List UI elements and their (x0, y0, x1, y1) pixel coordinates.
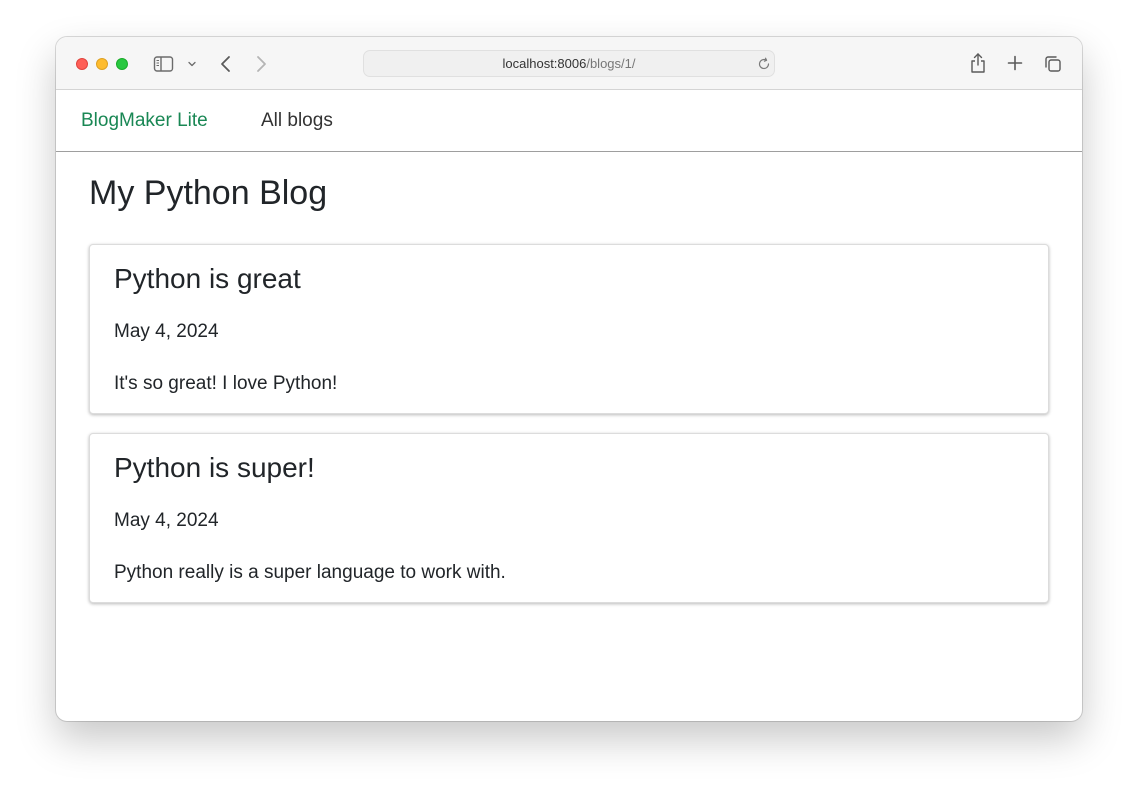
back-arrow-icon[interactable] (219, 54, 233, 74)
url-text: localhost:8006/blogs/1/ (364, 56, 774, 71)
forward-arrow-icon[interactable] (254, 54, 268, 74)
minimize-window-button[interactable] (96, 58, 108, 70)
post-date: May 4, 2024 (114, 321, 219, 343)
brand-link[interactable]: BlogMaker Lite (81, 110, 208, 132)
tab-overview-icon[interactable] (1043, 54, 1063, 74)
post-title: Python is super! (114, 452, 315, 484)
post-card: Python is great May 4, 2024 It's so grea… (89, 244, 1049, 414)
url-host: localhost:8006 (503, 56, 587, 71)
post-body: Python really is a super language to wor… (114, 562, 506, 584)
address-bar[interactable]: localhost:8006/blogs/1/ (363, 50, 775, 77)
url-path: /blogs/1/ (586, 56, 635, 71)
chevron-down-icon[interactable] (187, 59, 197, 69)
sidebar-icon[interactable] (153, 55, 175, 73)
post-card: Python is super! May 4, 2024 Python real… (89, 433, 1049, 603)
close-window-button[interactable] (76, 58, 88, 70)
zoom-window-button[interactable] (116, 58, 128, 70)
post-date: May 4, 2024 (114, 510, 219, 532)
post-body: It's so great! I love Python! (114, 373, 337, 395)
browser-window: localhost:8006/blogs/1/ BlogMaker Lite A… (56, 37, 1082, 721)
new-tab-plus-icon[interactable] (1007, 55, 1023, 71)
site-navbar: BlogMaker Lite All blogs (56, 90, 1082, 152)
page-title: My Python Blog (89, 174, 327, 213)
browser-toolbar: localhost:8006/blogs/1/ (56, 37, 1082, 90)
nav-link-all-blogs[interactable]: All blogs (261, 110, 333, 132)
share-icon[interactable] (969, 52, 987, 74)
post-title: Python is great (114, 263, 301, 295)
reload-icon[interactable] (757, 57, 771, 71)
